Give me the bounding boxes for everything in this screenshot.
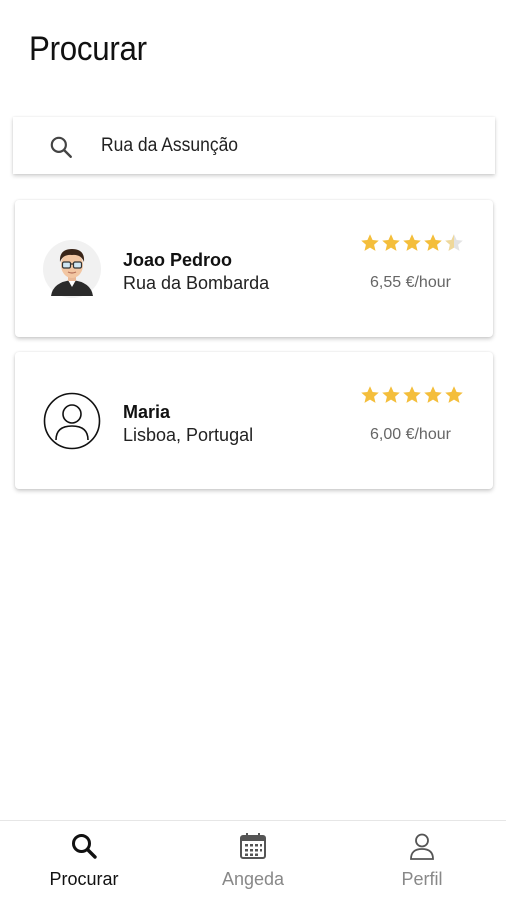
star-rating — [360, 233, 464, 257]
result-name: Maria — [123, 402, 171, 422]
person-placeholder-icon — [43, 392, 101, 450]
result-location: Rua da Bombarda — [123, 273, 270, 293]
star-icon — [382, 234, 400, 251]
star-icon — [424, 386, 442, 403]
nav-label: Procurar — [49, 869, 119, 889]
bottom-navigation: Procurar Angeda Perfil — [0, 820, 506, 900]
star-icon — [382, 386, 400, 403]
nav-item-procurar[interactable]: Procurar — [0, 821, 168, 900]
result-card[interactable]: Joao Pedroo Rua da Bombarda 6,55 €/hour — [15, 200, 493, 337]
search-screen: Procurar Joao Pedroo Rua da Bombarda — [0, 0, 506, 900]
avatar — [43, 240, 101, 298]
result-card[interactable]: Maria Lisboa, Portugal 6,00 €/hour — [15, 352, 493, 489]
star-icon — [445, 386, 463, 403]
nav-label: Angeda — [221, 869, 285, 889]
result-name: Joao Pedroo — [123, 250, 233, 270]
search-bar[interactable] — [13, 117, 495, 174]
hourly-rate: 6,55 €/hour — [370, 274, 451, 291]
calendar-icon — [240, 833, 266, 859]
page-title: Procurar — [29, 30, 147, 68]
half-star-icon — [445, 234, 463, 251]
star-icon — [403, 386, 421, 403]
hourly-rate: 6,00 €/hour — [370, 426, 451, 443]
star-icon — [361, 234, 379, 251]
search-icon — [72, 834, 97, 859]
nav-label: Perfil — [401, 869, 443, 889]
search-icon — [50, 136, 72, 158]
result-location: Lisboa, Portugal — [123, 425, 254, 445]
star-icon — [424, 234, 442, 251]
nav-item-angeda[interactable]: Angeda — [169, 821, 337, 900]
search-input[interactable] — [101, 130, 451, 162]
star-icon — [361, 386, 379, 403]
person-icon — [410, 833, 434, 860]
star-icon — [403, 234, 421, 251]
star-rating — [360, 385, 464, 409]
nav-item-perfil[interactable]: Perfil — [338, 821, 506, 900]
